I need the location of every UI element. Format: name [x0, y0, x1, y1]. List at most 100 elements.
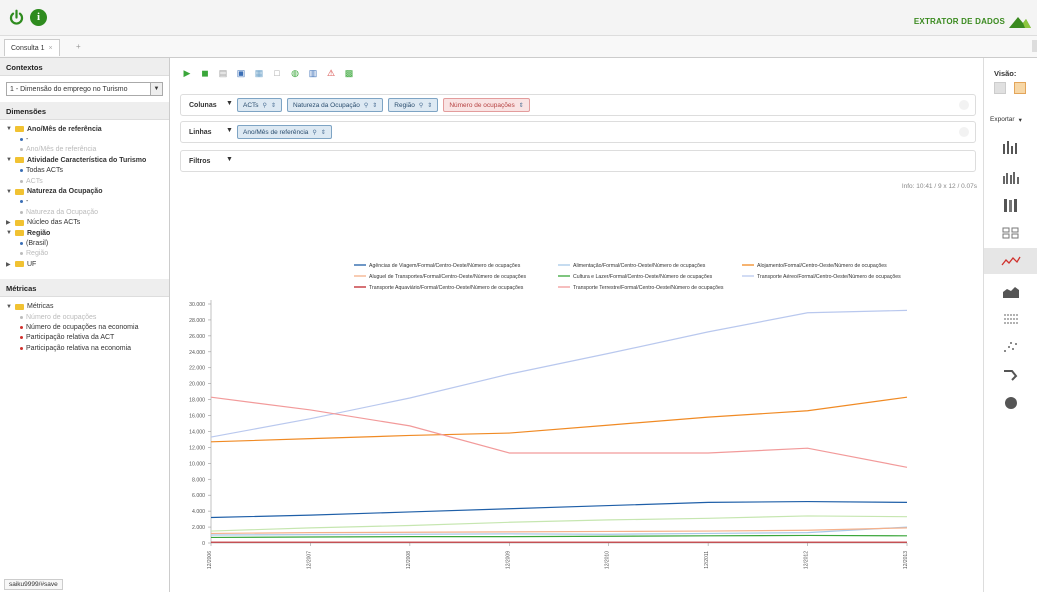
line-chart-icon[interactable] [984, 248, 1037, 274]
run-query-icon[interactable]: ▶ [181, 67, 193, 79]
mdx-icon[interactable]: ◍ [289, 67, 301, 79]
sort-icon[interactable]: ⇕ [271, 102, 276, 109]
chevron-down-icon[interactable]: ▼ [226, 127, 233, 134]
toggle-fields-icon[interactable]: ▤ [217, 67, 229, 79]
legend-label: Alimentação/Formal/Centro-Oeste/Número d… [573, 263, 706, 269]
tree-item[interactable]: Número de ocupações [6, 312, 163, 322]
power-icon[interactable] [8, 9, 25, 26]
tree-item[interactable]: Ano/Mês de referência [6, 145, 163, 155]
cube-select[interactable]: 1 - Dimensão do emprego no Turismo ▼ [6, 82, 163, 96]
shelf-colunas[interactable]: Colunas ▼ ACTs ⚲ ⇕ Natureza da Ocupação ⚲ ⇕ Re… [180, 94, 976, 116]
tree-label: Núcleo das ACTs [27, 219, 81, 227]
tree-folder[interactable]: ▼ Atividade Característica do Turismo [6, 155, 163, 165]
non-empty-icon[interactable]: ▦ [253, 67, 265, 79]
info-icon[interactable]: i [30, 9, 47, 26]
sort-icon[interactable]: ⇕ [519, 102, 524, 109]
swap-axis-icon[interactable]: □ [271, 67, 283, 79]
tree-item[interactable]: Participação relativa na economia [6, 343, 163, 353]
heatgrid-icon[interactable] [984, 306, 1037, 332]
export-pdf-icon[interactable]: ⚠ [325, 67, 337, 79]
tree-label: ACTs [26, 177, 43, 185]
waterfall-icon[interactable] [984, 362, 1037, 388]
tree-label: Número de ocupações [26, 313, 97, 321]
collapse-handle[interactable] [1032, 40, 1037, 52]
caret-down-icon[interactable]: ▼ [6, 157, 12, 163]
caret-right-icon[interactable]: ▶ [6, 261, 12, 268]
tree-folder[interactable]: ▼ Região [6, 228, 163, 238]
tree-folder[interactable]: ▼ Métricas [6, 301, 163, 311]
series-line [210, 500, 908, 519]
clear-shelf-icon[interactable] [959, 127, 969, 137]
scatter-icon[interactable] [984, 334, 1037, 360]
series-line [210, 396, 908, 468]
search-icon[interactable]: ⚲ [364, 102, 368, 109]
tree-folder[interactable]: ▼ Ano/Mês de referência [6, 124, 163, 134]
tree-folder[interactable]: ▶ UF [6, 259, 163, 269]
chart-view-icon[interactable] [1014, 82, 1026, 94]
bullet-icon [20, 315, 23, 319]
grouped-bar-icon[interactable] [984, 164, 1037, 190]
area-chart-icon[interactable] [984, 278, 1037, 304]
add-tab-button[interactable]: + [76, 42, 81, 51]
chevron-down-icon[interactable]: ▼ [226, 100, 233, 107]
multi-bar-icon[interactable] [984, 220, 1037, 246]
tree-item[interactable]: (Brasil) [6, 238, 163, 248]
export-xls-icon[interactable]: ▥ [307, 67, 319, 79]
tab-consulta-1[interactable]: Consulta 1 × [4, 39, 60, 56]
clear-shelf-icon[interactable] [959, 100, 969, 110]
tree-folder[interactable]: ▼ Natureza da Ocupação [6, 186, 163, 196]
legend-label: Alojamento/Formal/Centro-Oeste/Número de… [757, 263, 887, 269]
bullet-icon [20, 148, 23, 152]
bar-chart-icon[interactable] [984, 134, 1037, 160]
field-pill[interactable]: Natureza da Ocupação ⚲ ⇕ [286, 98, 384, 112]
chevron-down-icon[interactable]: ▼ [150, 83, 162, 95]
tree-item[interactable]: - [6, 197, 163, 207]
tree-label: Região [26, 250, 49, 258]
tree-item[interactable]: Região [6, 249, 163, 259]
bullet-icon [20, 325, 23, 329]
legend-label: Agências de Viagem/Formal/Centro-Oeste/N… [369, 263, 521, 269]
pie-chart-icon[interactable] [984, 390, 1037, 416]
tree-item[interactable]: Todas ACTs [6, 166, 163, 176]
caret-down-icon[interactable]: ▼ [6, 189, 12, 195]
caret-right-icon[interactable]: ▶ [6, 219, 12, 226]
stacked-bar-icon[interactable] [984, 192, 1037, 218]
shelf-filtros[interactable]: Filtros ▼ [180, 150, 976, 172]
tree-item[interactable]: ACTs [6, 176, 163, 186]
table-view-icon[interactable] [994, 82, 1006, 94]
tab-close-icon[interactable]: × [48, 45, 52, 52]
export-menu[interactable]: Exportar ▾ [990, 116, 1022, 124]
tree-label: Ano/Mês de referência [27, 125, 102, 133]
field-pill[interactable]: Número de ocupações ⇕ [443, 98, 530, 112]
series-line [210, 515, 908, 532]
tree-item[interactable]: Natureza da Ocupação [6, 207, 163, 217]
linhas-pills: Ano/Mês de referência ⚲ ⇕ [237, 125, 332, 139]
sort-icon[interactable]: ⇕ [321, 129, 326, 136]
caret-down-icon[interactable]: ▼ [6, 304, 12, 310]
sort-icon[interactable]: ⇕ [427, 102, 432, 109]
tree-item[interactable]: Número de ocupações na economia [6, 322, 163, 332]
tree-item[interactable]: - [6, 134, 163, 144]
y-tick-label: 6.000 [192, 493, 205, 499]
chevron-down-icon[interactable]: ▼ [226, 156, 233, 163]
auto-run-icon[interactable]: ◼ [199, 67, 211, 79]
tree-label: UF [27, 260, 37, 268]
sort-icon[interactable]: ⇕ [372, 102, 377, 109]
caret-down-icon[interactable]: ▼ [6, 126, 12, 132]
field-pill[interactable]: Ano/Mês de referência ⚲ ⇕ [237, 125, 332, 139]
caret-down-icon[interactable]: ▼ [6, 230, 12, 236]
x-tick-label: 12/2012 [804, 551, 810, 569]
y-tick-label: 20.000 [189, 382, 205, 388]
tree-folder[interactable]: ▶ Núcleo das ACTs [6, 218, 163, 228]
search-icon[interactable]: ⚲ [263, 102, 267, 109]
bullet-icon [20, 241, 23, 245]
series-line [210, 309, 908, 438]
field-pill[interactable]: ACTs ⚲ ⇕ [237, 98, 282, 112]
field-pill[interactable]: Região ⚲ ⇕ [388, 98, 439, 112]
export-csv-icon[interactable]: ▩ [343, 67, 355, 79]
shelf-linhas[interactable]: Linhas ▼ Ano/Mês de referência ⚲ ⇕ [180, 121, 976, 143]
search-icon[interactable]: ⚲ [419, 102, 423, 109]
toggle-sidebar-icon[interactable]: ▣ [235, 67, 247, 79]
search-icon[interactable]: ⚲ [312, 129, 316, 136]
tree-item[interactable]: Participação relativa da ACT [6, 333, 163, 343]
